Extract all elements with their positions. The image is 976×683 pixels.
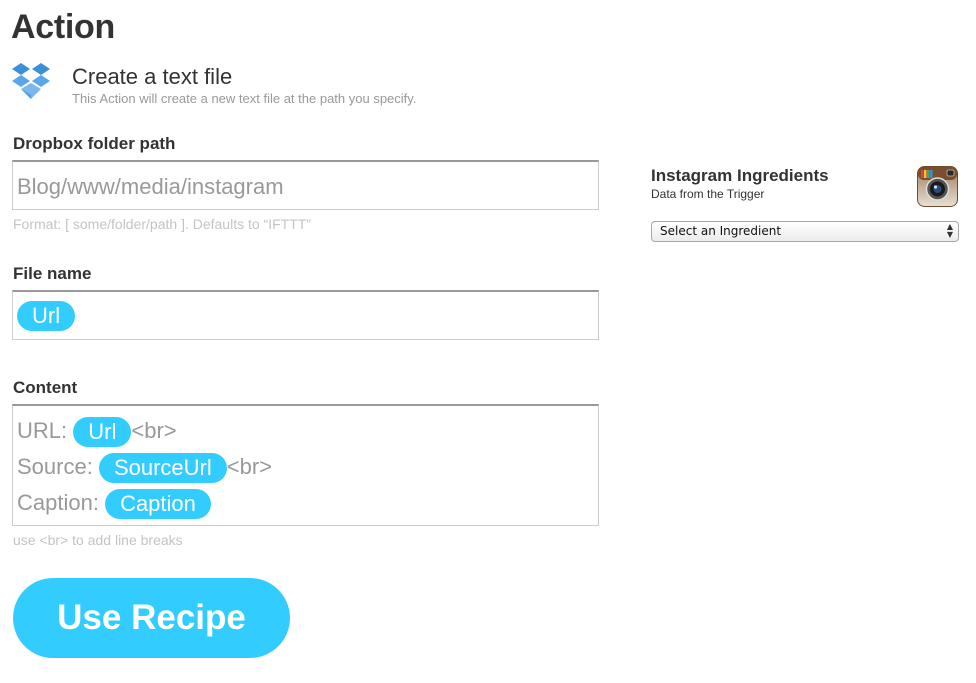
ingredient-pill-sourceurl[interactable]: SourceUrl: [98, 453, 227, 484]
content-field[interactable]: URL: Url <br> Source: SourceUrl <br> Capti…: [12, 404, 599, 526]
content-line: Source: SourceUrl <br>: [17, 449, 598, 485]
folder-path-value: Blog/www/media/instagram: [17, 174, 284, 199]
action-name: Create a text file: [72, 64, 233, 89]
page-title: Action: [11, 8, 115, 46]
use-recipe-button[interactable]: Use Recipe: [13, 578, 290, 658]
content-hint: use <br> to add line breaks: [13, 532, 183, 548]
content-label: Content: [13, 378, 78, 397]
file-name-label: File name: [13, 264, 92, 283]
ingredient-pill-url[interactable]: Url: [73, 417, 132, 448]
folder-path-label: Dropbox folder path: [13, 134, 176, 153]
content-line-suffix: <br>: [226, 454, 273, 479]
content-line: URL: Url <br>: [17, 413, 598, 449]
dropbox-icon: [12, 63, 50, 99]
content-line-prefix: Source:: [17, 454, 99, 479]
ingredients-title: Instagram Ingredients: [651, 166, 829, 185]
ingredient-pill-caption[interactable]: Caption: [105, 489, 211, 520]
folder-path-field[interactable]: Blog/www/media/instagram: [12, 160, 599, 210]
select-arrows-icon: ▲ ▼: [946, 222, 953, 239]
content-line-prefix: Caption:: [17, 490, 106, 515]
ingredient-select-value: Select an Ingredient: [660, 224, 782, 238]
content-line: Caption: Caption: [17, 485, 598, 521]
content-line-prefix: URL:: [17, 418, 74, 443]
ingredient-select[interactable]: Select an Ingredient ▲ ▼: [651, 221, 959, 242]
file-name-field[interactable]: Url: [12, 290, 599, 340]
instagram-icon: [917, 166, 958, 207]
ingredients-subtitle: Data from the Trigger: [651, 187, 765, 201]
action-description: This Action will create a new text file …: [72, 91, 417, 106]
ingredient-pill-url[interactable]: Url: [17, 301, 76, 331]
content-line-suffix: <br>: [131, 418, 177, 443]
folder-path-hint: Format: [ some/folder/path ]. Defaults t…: [13, 216, 311, 232]
